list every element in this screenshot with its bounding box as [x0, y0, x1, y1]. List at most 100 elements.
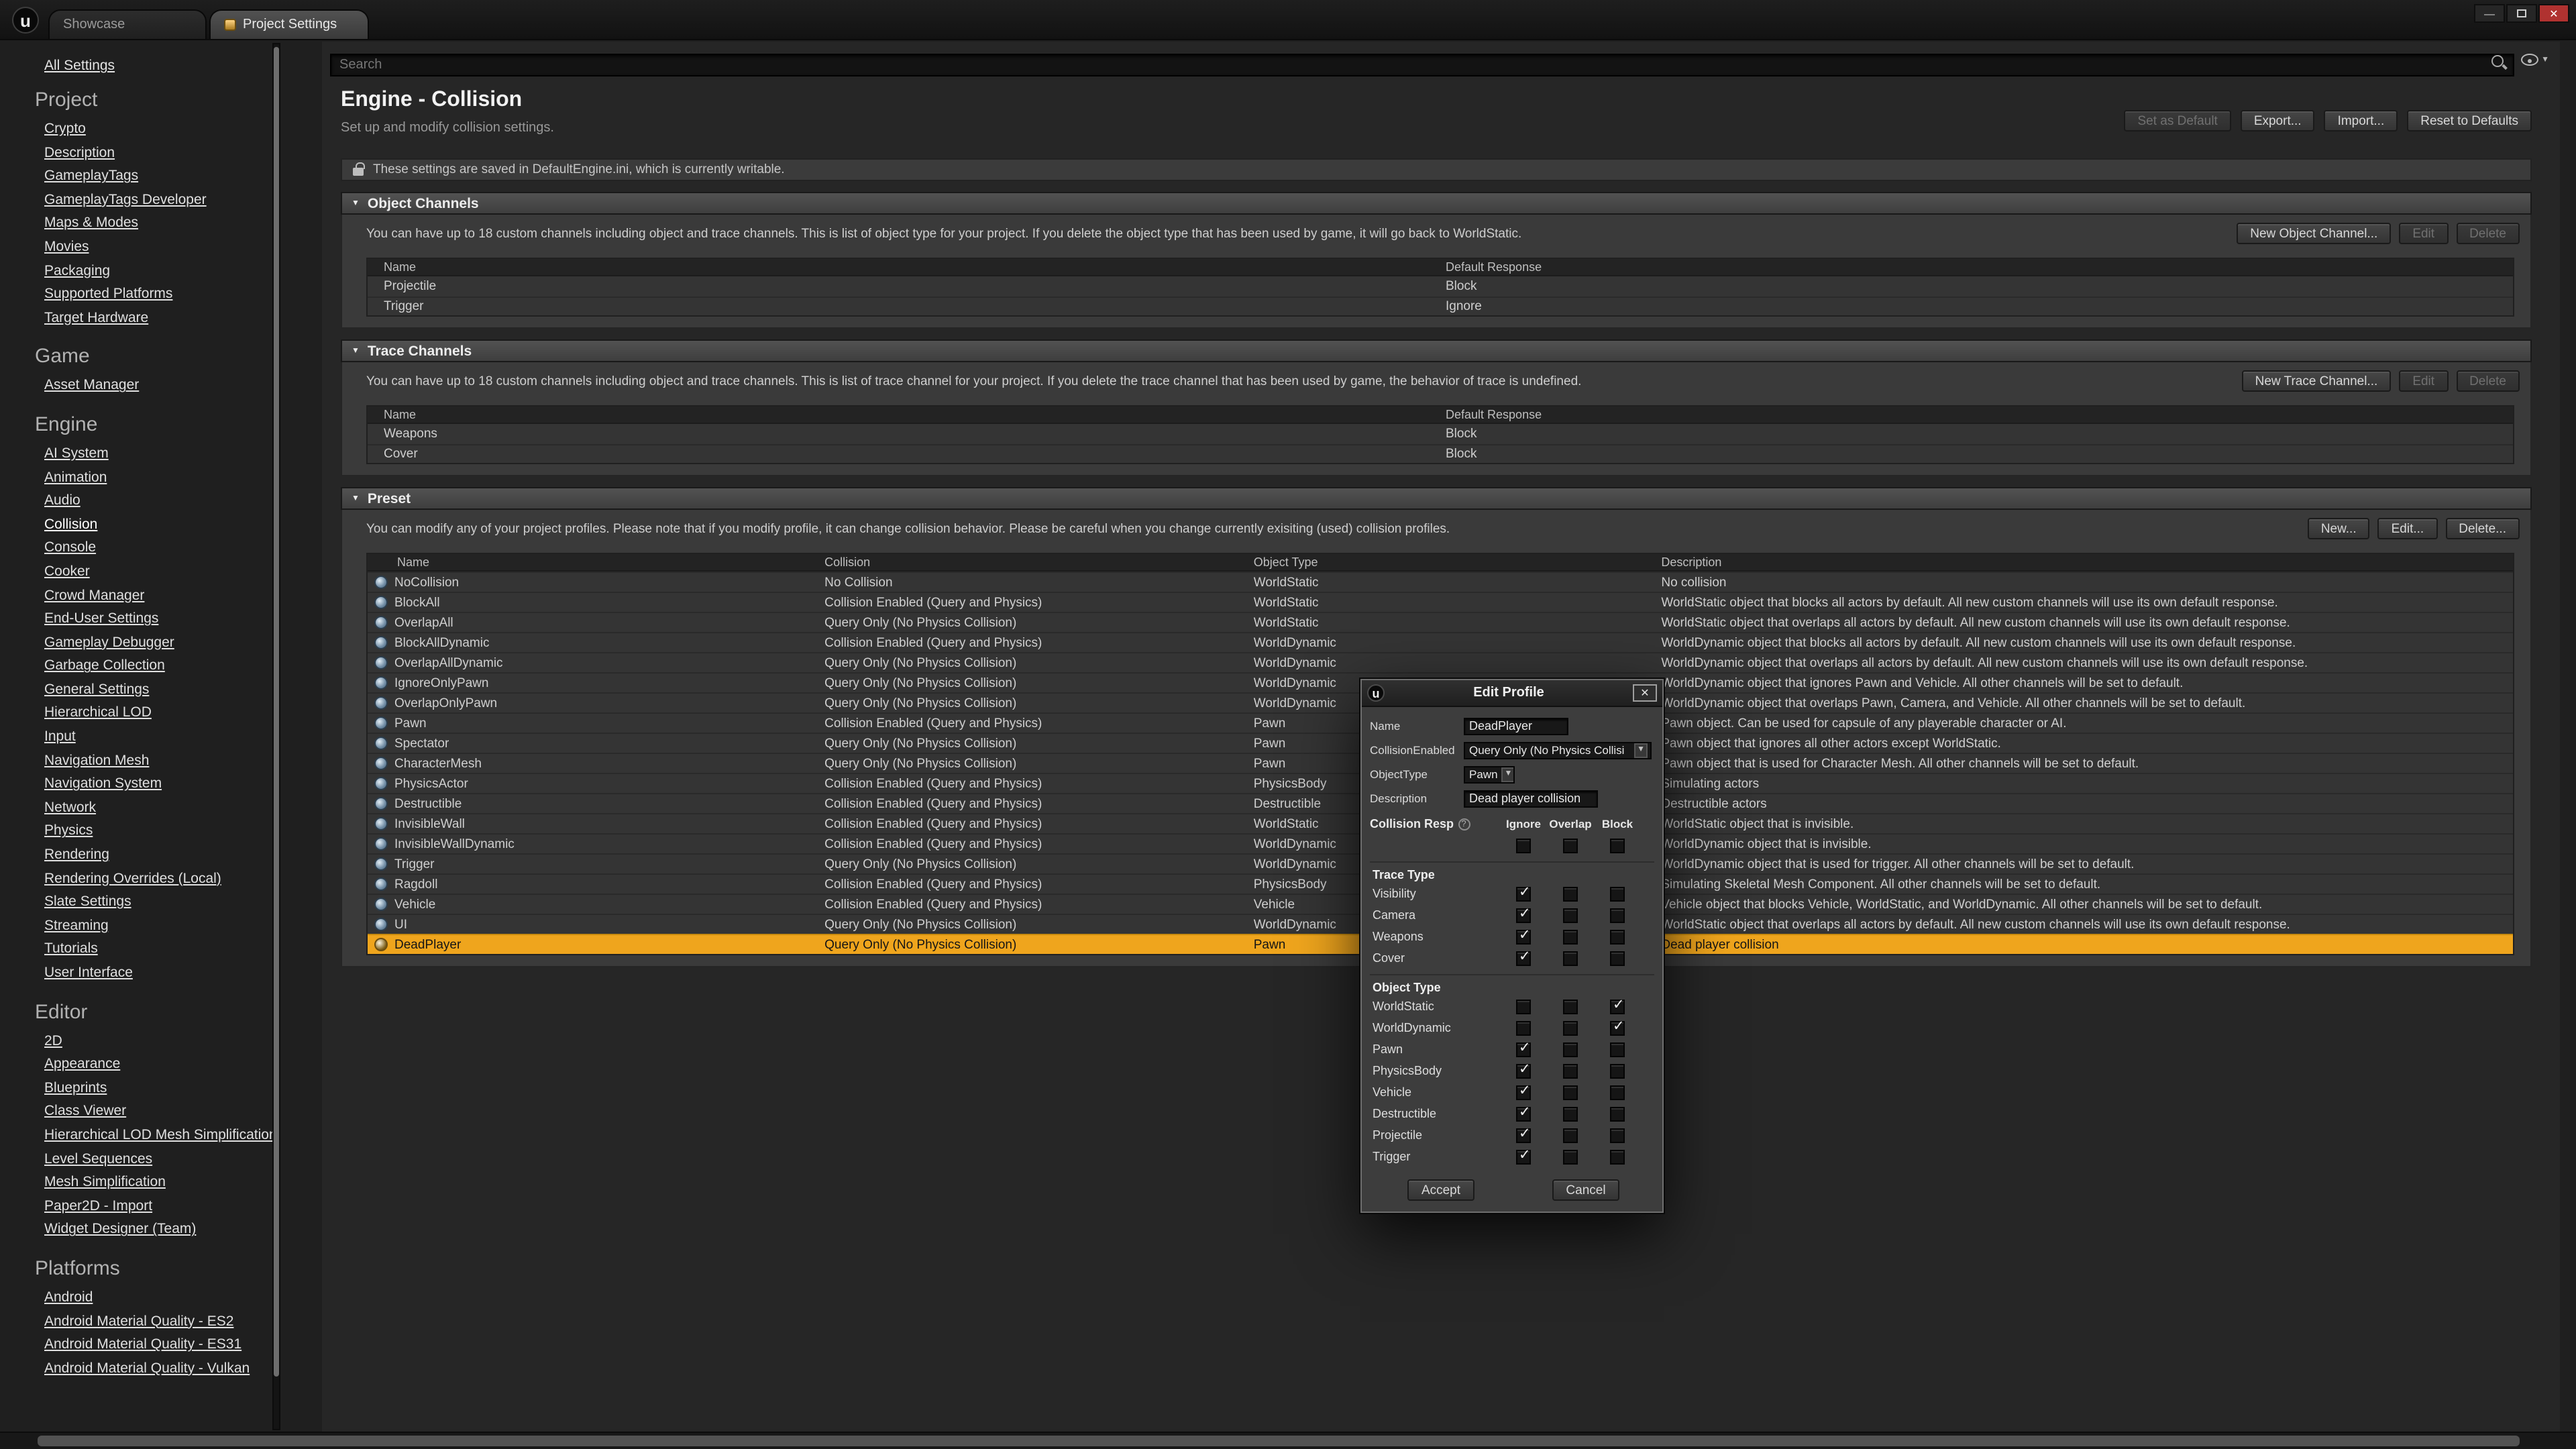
sidebar-entry[interactable]: Description — [44, 142, 115, 165]
visibility-filter-button[interactable]: ▼ — [2521, 54, 2549, 66]
search-input[interactable] — [330, 54, 2514, 76]
window-tab[interactable]: Showcase — [48, 9, 207, 39]
sidebar-entry[interactable]: Crowd Manager — [44, 584, 144, 608]
ignore-checkbox[interactable] — [1516, 908, 1531, 922]
block-checkbox[interactable] — [1610, 1149, 1625, 1164]
overlap-checkbox[interactable] — [1563, 999, 1578, 1014]
sidebar-entry[interactable]: AI System — [44, 443, 109, 466]
cancel-button[interactable]: Cancel — [1552, 1179, 1619, 1201]
sidebar-entry[interactable]: Widget Designer (Team) — [44, 1219, 196, 1242]
page-action-button[interactable]: Import... — [2324, 110, 2398, 131]
sidebar-entry[interactable]: Target Hardware — [44, 307, 148, 331]
sidebar-entry[interactable]: Blueprints — [44, 1077, 107, 1101]
ignore-checkbox[interactable] — [1516, 1042, 1531, 1057]
sidebar-entry[interactable]: Network — [44, 797, 96, 820]
sidebar-entry[interactable]: Navigation Mesh — [44, 749, 149, 773]
sidebar-entry[interactable]: GameplayTags Developer — [44, 189, 207, 213]
page-action-button[interactable]: Set as Default — [2124, 110, 2231, 131]
sidebar-entry[interactable]: Gameplay Debugger — [44, 631, 174, 655]
preset-action-button[interactable]: New... — [2308, 518, 2370, 539]
object-type-dropdown[interactable]: Pawn ▼ — [1464, 765, 1515, 783]
sidebar-entry[interactable]: Collision — [44, 513, 97, 537]
sidebar-item-all-settings[interactable]: All Settings — [44, 58, 115, 74]
overlap-checkbox[interactable] — [1563, 951, 1578, 965]
block-checkbox[interactable] — [1610, 1128, 1625, 1142]
dialog-close-button[interactable]: ✕ — [1633, 684, 1657, 702]
overlap-checkbox[interactable] — [1563, 929, 1578, 944]
sidebar-entry[interactable]: Physics — [44, 820, 93, 844]
ignore-checkbox[interactable] — [1516, 999, 1531, 1014]
sidebar-entry[interactable]: Animation — [44, 466, 107, 490]
sidebar-entry[interactable]: Android Material Quality - Vulkan — [44, 1357, 250, 1381]
channel-action-button[interactable]: New Trace Channel... — [2242, 370, 2392, 392]
sidebar-entry[interactable]: Cooker — [44, 561, 90, 584]
ignore-checkbox[interactable] — [1516, 886, 1531, 901]
overlap-checkbox[interactable] — [1563, 1020, 1578, 1035]
search-icon[interactable] — [2491, 55, 2506, 70]
block-checkbox[interactable] — [1610, 999, 1625, 1014]
sidebar-entry[interactable]: Rendering Overrides (Local) — [44, 867, 221, 891]
channel-action-button[interactable]: Edit — [2399, 370, 2448, 392]
ignore-checkbox[interactable] — [1516, 1128, 1531, 1142]
table-row[interactable]: Cover Block — [368, 443, 2513, 463]
sidebar-entry[interactable]: Rendering — [44, 844, 109, 867]
sidebar-entry[interactable]: End-User Settings — [44, 608, 158, 631]
page-action-button[interactable]: Export... — [2241, 110, 2315, 131]
dialog-title-bar[interactable]: u Edit Profile ✕ — [1362, 680, 1662, 707]
sidebar-scrollbar[interactable] — [272, 43, 280, 1430]
overlap-checkbox[interactable] — [1563, 1042, 1578, 1057]
window-tab[interactable]: Project Settings — [209, 9, 369, 39]
sidebar-entry[interactable]: Input — [44, 726, 76, 749]
section-header[interactable]: ▼ Object Channels — [341, 192, 2532, 215]
close-button[interactable]: ✕ — [2538, 4, 2569, 23]
ignore-checkbox[interactable] — [1516, 951, 1531, 965]
page-action-button[interactable]: Reset to Defaults — [2407, 110, 2532, 131]
channel-action-button[interactable]: Delete — [2456, 370, 2520, 392]
channel-action-button[interactable]: Edit — [2399, 223, 2448, 244]
sidebar-entry[interactable]: Level Sequences — [44, 1148, 152, 1171]
sidebar-scrollbar-thumb[interactable] — [274, 47, 279, 1376]
overlap-checkbox[interactable] — [1563, 1063, 1578, 1078]
sidebar-entry[interactable]: Tutorials — [44, 938, 98, 962]
overlap-checkbox[interactable] — [1563, 908, 1578, 922]
sidebar-entry[interactable]: Class Viewer — [44, 1101, 126, 1124]
block-checkbox[interactable] — [1610, 838, 1625, 853]
sidebar-entry[interactable]: Android Material Quality - ES2 — [44, 1310, 233, 1334]
ignore-checkbox[interactable] — [1516, 838, 1531, 853]
minimize-button[interactable]: — — [2474, 4, 2505, 23]
channel-action-button[interactable]: Delete — [2456, 223, 2520, 244]
sidebar-entry[interactable]: Editor — [35, 1000, 87, 1023]
preset-table-row[interactable]: OverlapAll Query Only (No Physics Collis… — [368, 612, 2513, 632]
sidebar-entry[interactable]: Crypto — [44, 118, 86, 142]
ignore-checkbox[interactable] — [1516, 1063, 1531, 1078]
sidebar-entry[interactable]: Garbage Collection — [44, 655, 165, 679]
sidebar-entry[interactable]: Audio — [44, 490, 80, 513]
sidebar-entry[interactable]: Appearance — [44, 1053, 120, 1077]
ignore-checkbox[interactable] — [1516, 1149, 1531, 1164]
sidebar-entry[interactable]: Hierarchical LOD Mesh Simplification — [44, 1124, 277, 1148]
sidebar-entry[interactable]: GameplayTags — [44, 165, 138, 189]
collision-enabled-dropdown[interactable]: Query Only (No Physics Collisi ▼ — [1464, 741, 1652, 759]
profile-description-input[interactable] — [1464, 790, 1598, 807]
preset-table-row[interactable]: BlockAllDynamic Collision Enabled (Query… — [368, 632, 2513, 652]
ignore-checkbox[interactable] — [1516, 1106, 1531, 1121]
channel-action-button[interactable]: New Object Channel... — [2237, 223, 2391, 244]
sidebar-entry[interactable]: Engine — [35, 413, 97, 436]
block-checkbox[interactable] — [1610, 929, 1625, 944]
sidebar-entry[interactable]: Navigation System — [44, 773, 162, 797]
horizontal-scrollbar-thumb[interactable] — [38, 1436, 2520, 1446]
table-row[interactable]: Weapons Block — [368, 424, 2513, 443]
sidebar-entry[interactable]: Mesh Simplification — [44, 1171, 166, 1195]
sidebar-entry[interactable]: Project — [35, 89, 97, 111]
sidebar-entry[interactable]: Game — [35, 345, 90, 368]
horizontal-scrollbar[interactable] — [0, 1432, 2576, 1449]
section-header[interactable]: ▼ Preset — [341, 487, 2532, 510]
sidebar-entry[interactable]: Movies — [44, 236, 89, 260]
preset-action-button[interactable]: Edit... — [2378, 518, 2438, 539]
block-checkbox[interactable] — [1610, 908, 1625, 922]
overlap-checkbox[interactable] — [1563, 886, 1578, 901]
ignore-checkbox[interactable] — [1516, 1085, 1531, 1099]
preset-table-row[interactable]: BlockAll Collision Enabled (Query and Ph… — [368, 592, 2513, 612]
sidebar-entry[interactable]: Slate Settings — [44, 891, 131, 914]
sidebar-entry[interactable]: Platforms — [35, 1257, 120, 1280]
